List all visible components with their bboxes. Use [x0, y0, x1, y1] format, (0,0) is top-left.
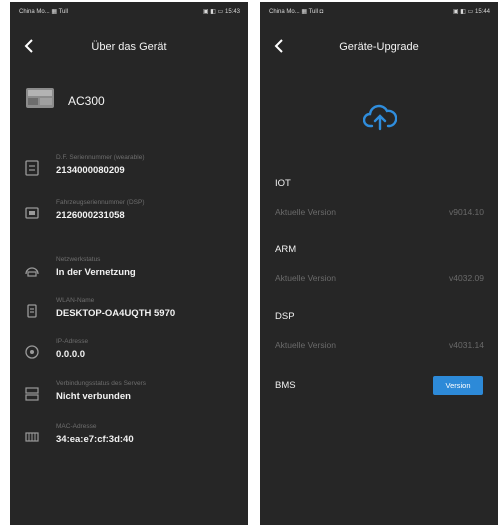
info-label: Fahrzeugseriennummer (DSP) — [56, 199, 145, 206]
section-bms: BMS Version — [260, 376, 498, 430]
version-button[interactable]: Version — [433, 376, 483, 395]
chip-icon — [25, 207, 39, 219]
page-title: Geräte-Upgrade — [339, 41, 419, 53]
status-right: ▣ ◧ ▭ 15:43 — [202, 9, 240, 15]
mac-icon — [25, 432, 39, 442]
version-label: Aktuelle Version — [275, 207, 336, 217]
network-icon — [25, 267, 39, 277]
info-value: In der Vernetzung — [56, 267, 136, 278]
version-label: Aktuelle Version — [275, 340, 336, 350]
device-upgrade-screen: China Mo... ▦ Tull ◘ ▣ ◧ ▭ 15:44 Geräte-… — [260, 2, 498, 525]
page-title: Über das Gerät — [91, 41, 167, 53]
info-row-server: Verbindungsstatus des Servers Nicht verb… — [10, 378, 248, 418]
info-label: IP-Adresse — [56, 338, 89, 345]
info-label: WLAN-Name — [56, 297, 95, 304]
server-icon — [25, 387, 39, 401]
info-value: 2126000231058 — [56, 210, 125, 221]
info-value: 34:ea:e7:cf:3d:40 — [56, 434, 134, 445]
carrier-text: China Mo... ▦ Tull — [19, 9, 69, 15]
status-bar: China Mo... ▦ Tull ◘ ▣ ◧ ▭ 15:44 — [260, 2, 498, 20]
section-dsp: DSP Aktuelle Version v4031.14 — [260, 311, 498, 361]
header: Geräte-Upgrade — [260, 32, 498, 62]
about-device-screen: China Mo... ▦ Tull ▣ ◧ ▭ 15:43 Über das … — [10, 2, 248, 525]
version-value: v9014.10 — [449, 207, 484, 217]
device-serial-icon — [25, 160, 39, 176]
info-row-serial: D.F. Seriennummer (wearable) 21340000802… — [10, 152, 248, 192]
info-label: Verbindungsstatus des Servers — [56, 380, 146, 387]
info-value: 2134000080209 — [56, 165, 125, 176]
cloud-upload-icon — [363, 102, 397, 132]
version-value: v4031.14 — [449, 340, 484, 350]
device-image — [22, 86, 58, 110]
carrier-text: China Mo... ▦ Tull ◘ — [269, 9, 324, 15]
info-row-mac: MAC-Adresse 34:ea:e7:cf:3d:40 — [10, 421, 248, 461]
info-row-network: Netzwerkstatus In der Vernetzung — [10, 254, 248, 294]
ip-icon — [25, 345, 39, 359]
module-name: DSP — [275, 311, 295, 322]
section-arm: ARM Aktuelle Version v4032.09 — [260, 244, 498, 294]
info-row-wlan: WLAN-Name DESKTOP-OA4UQTH 5970 — [10, 295, 248, 335]
module-name: IOT — [275, 178, 291, 189]
info-row-dsp-serial: Fahrzeugseriennummer (DSP) 2126000231058 — [10, 197, 248, 237]
version-value: v4032.09 — [449, 273, 484, 283]
module-name: ARM — [275, 244, 297, 255]
info-label: Netzwerkstatus — [56, 256, 101, 263]
module-name: BMS — [275, 380, 296, 391]
info-value: 0.0.0.0 — [56, 349, 86, 360]
version-label: Aktuelle Version — [275, 273, 336, 283]
header: Über das Gerät — [10, 32, 248, 62]
info-label: MAC-Adresse — [56, 423, 97, 430]
info-value: DESKTOP-OA4UQTH 5970 — [56, 308, 176, 319]
device-name: AC300 — [68, 94, 105, 108]
wifi-icon — [27, 304, 37, 318]
info-value: Nicht verbunden — [56, 391, 131, 402]
status-bar: China Mo... ▦ Tull ▣ ◧ ▭ 15:43 — [10, 2, 248, 20]
info-label: D.F. Seriennummer (wearable) — [56, 154, 145, 161]
info-row-ip: IP-Adresse 0.0.0.0 — [10, 336, 248, 376]
section-iot: IOT Aktuelle Version v9014.10 — [260, 178, 498, 228]
status-right: ▣ ◧ ▭ 15:44 — [452, 9, 490, 15]
